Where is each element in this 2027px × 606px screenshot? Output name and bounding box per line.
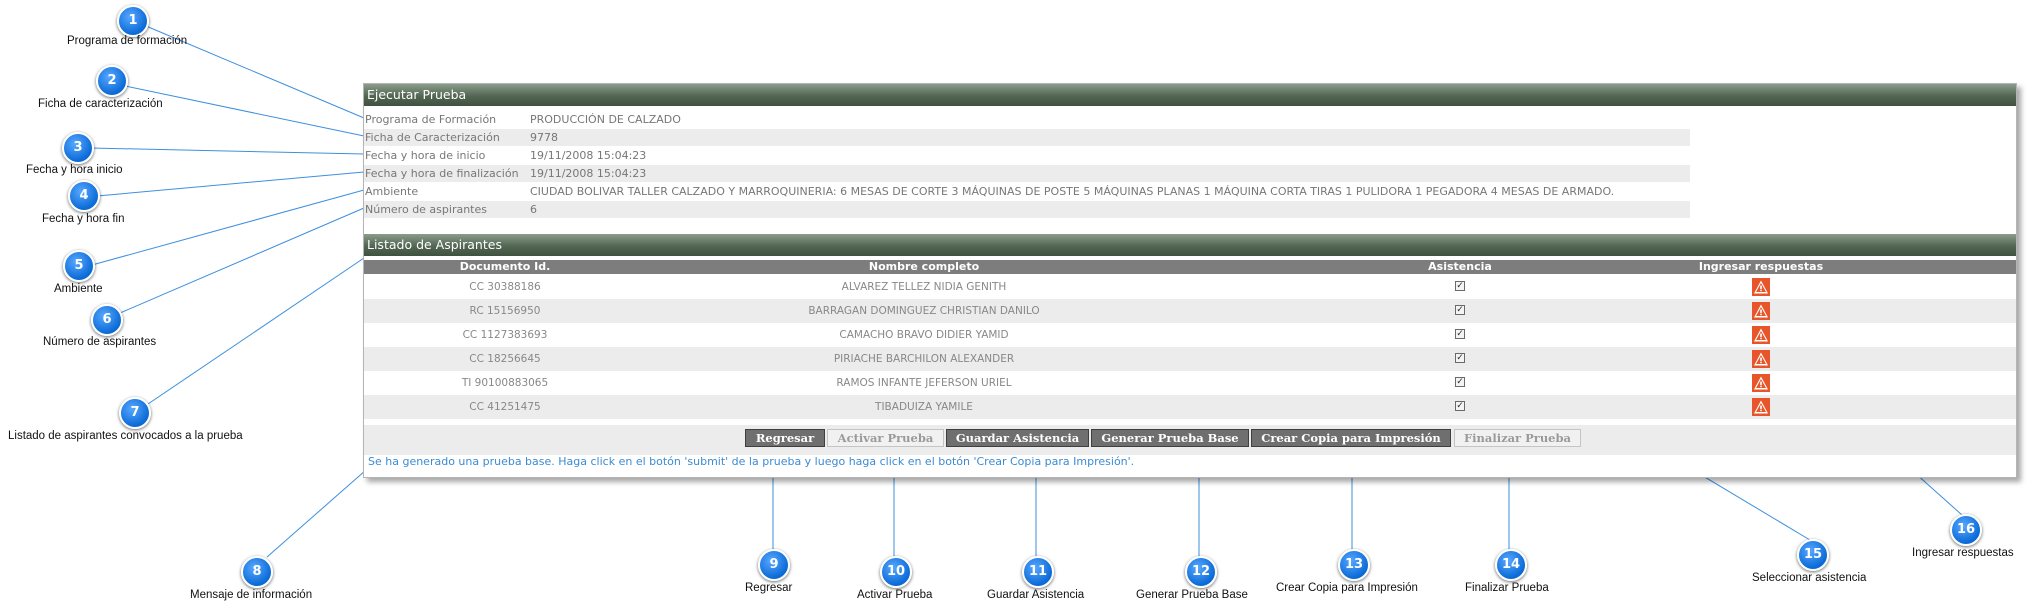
- cell-nombre: RAMOS INFANTE JEFERSON URIEL: [836, 377, 1012, 389]
- callout-number: 4: [68, 180, 100, 212]
- cell-documento: RC 15156950: [469, 305, 541, 317]
- info-label: Número de aspirantes: [365, 203, 487, 216]
- info-value: 19/11/2008 15:04:23: [530, 149, 647, 162]
- column-header-ingresar: Ingresar respuestas: [1698, 260, 1824, 273]
- info-row-ambiente: Ambiente CIUDAD BOLIVAR TALLER CALZADO Y…: [364, 183, 1690, 200]
- enter-answers-icon[interactable]: [1752, 398, 1770, 416]
- cell-documento: TI 90100883065: [461, 377, 549, 389]
- enter-answers-icon[interactable]: [1752, 326, 1770, 344]
- callout-label: Generar Prueba Base: [1136, 589, 1248, 601]
- info-value: 9778: [530, 131, 558, 144]
- cell-documento: CC 41251475: [469, 401, 541, 413]
- attendance-checkbox[interactable]: ✓: [1455, 281, 1465, 291]
- crear-copia-impresion-button[interactable]: Crear Copia para Impresión: [1251, 429, 1451, 447]
- cell-nombre: CAMACHO BRAVO DIDIER YAMID: [839, 329, 1009, 341]
- attendance-checkbox[interactable]: ✓: [1455, 305, 1465, 315]
- callout-number: 15: [1797, 539, 1829, 571]
- info-label: Fecha y hora de finalización: [365, 167, 519, 180]
- callout-number: 11: [1022, 556, 1054, 588]
- callout-number: 10: [880, 556, 912, 588]
- table-row: CC 18256645 PIRIACHE BARCHILON ALEXANDER…: [364, 347, 2016, 371]
- table-row: CC 41251475 TIBADUIZA YAMILE ✓: [364, 395, 2016, 419]
- callout-number: 13: [1338, 549, 1370, 581]
- callout-number: 7: [119, 397, 151, 429]
- callout-label: Mensaje de información: [190, 589, 313, 601]
- cell-documento: CC 1127383693: [462, 329, 548, 341]
- column-header-nombre: Nombre completo: [868, 260, 980, 273]
- callout-number: 16: [1950, 514, 1982, 546]
- cell-nombre: BARRAGAN DOMINGUEZ CHRISTIAN DANILO: [808, 305, 1040, 317]
- activar-prueba-button[interactable]: Activar Prueba: [827, 429, 944, 447]
- callout-label: Programa de formación: [67, 35, 188, 47]
- callout-label: Listado de aspirantes convocados a la pr…: [8, 430, 243, 442]
- info-row-fecha-inicio: Fecha y hora de inicio 19/11/2008 15:04:…: [364, 147, 1690, 164]
- cell-nombre: TIBADUIZA YAMILE: [875, 401, 973, 413]
- callout-number: 3: [62, 132, 94, 164]
- callout-label: Seleccionar asistencia: [1752, 572, 1867, 584]
- finalizar-prueba-button[interactable]: Finalizar Prueba: [1454, 429, 1581, 447]
- callout-label: Regresar: [745, 582, 793, 594]
- enter-answers-icon[interactable]: [1752, 350, 1770, 368]
- attendance-checkbox[interactable]: ✓: [1455, 329, 1465, 339]
- info-label: Ficha de Caracterización: [365, 131, 500, 144]
- callout-label: Guardar Asistencia: [987, 589, 1085, 601]
- callout-label: Número de aspirantes: [43, 336, 157, 348]
- panel-title: Ejecutar Prueba: [364, 84, 2016, 106]
- enter-answers-icon[interactable]: [1752, 278, 1770, 296]
- table-header: Documento Id. Nombre completo Asistencia…: [364, 260, 2016, 274]
- column-header-documento: Documento Id.: [459, 260, 551, 273]
- info-value: 6: [530, 203, 537, 216]
- cell-nombre: ALVAREZ TELLEZ NIDIA GENITH: [841, 281, 1007, 293]
- callout-number: 5: [63, 250, 95, 282]
- ejecutar-prueba-panel: Ejecutar Prueba Programa de Formación PR…: [363, 83, 2017, 478]
- guardar-asistencia-button[interactable]: Guardar Asistencia: [946, 429, 1089, 447]
- callout-number: 14: [1495, 549, 1527, 581]
- callout-label: Crear Copia para Impresión: [1276, 582, 1418, 594]
- info-label: Ambiente: [365, 185, 419, 198]
- attendance-checkbox[interactable]: ✓: [1455, 377, 1465, 387]
- callout-number: 8: [241, 556, 273, 588]
- callout-label: Fecha y hora inicio: [26, 164, 123, 176]
- info-value: CIUDAD BOLIVAR TALLER CALZADO Y MARROQUI…: [530, 185, 1615, 198]
- info-value: 19/11/2008 15:04:23: [530, 167, 647, 180]
- cell-nombre: PIRIACHE BARCHILON ALEXANDER: [833, 353, 1015, 365]
- callout-label: Activar Prueba: [857, 589, 933, 601]
- info-message: Se ha generado una prueba base. Haga cli…: [368, 455, 1135, 468]
- regresar-button[interactable]: Regresar: [745, 429, 825, 447]
- cell-documento: CC 18256645: [469, 353, 541, 365]
- list-title: Listado de Aspirantes: [364, 234, 2016, 256]
- table-row: TI 90100883065 RAMOS INFANTE JEFERSON UR…: [364, 371, 2016, 395]
- callout-label: Ambiente: [54, 283, 103, 295]
- button-bar: Regresar Activar Prueba Guardar Asistenc…: [364, 425, 2016, 455]
- callout-label: Finalizar Prueba: [1465, 582, 1549, 594]
- generar-prueba-base-button[interactable]: Generar Prueba Base: [1091, 429, 1249, 447]
- attendance-checkbox[interactable]: ✓: [1455, 353, 1465, 363]
- info-row-programa: Programa de Formación PRODUCCIÓN DE CALZ…: [364, 111, 1690, 128]
- table-row: RC 15156950 BARRAGAN DOMINGUEZ CHRISTIAN…: [364, 299, 2016, 323]
- callout-label: Ficha de caracterización: [38, 98, 163, 110]
- callout-number: 6: [91, 304, 123, 336]
- info-label: Programa de Formación: [365, 113, 497, 126]
- callout-number: 2: [96, 65, 128, 97]
- column-header-asistencia: Asistencia: [1428, 260, 1492, 273]
- callout-number: 1: [117, 5, 149, 37]
- info-row-fecha-fin: Fecha y hora de finalización 19/11/2008 …: [364, 165, 1690, 182]
- callout-number: 12: [1185, 556, 1217, 588]
- attendance-checkbox[interactable]: ✓: [1455, 401, 1465, 411]
- callout-label: Ingresar respuestas: [1912, 547, 2014, 559]
- table-row: CC 30388186 ALVAREZ TELLEZ NIDIA GENITH …: [364, 275, 2016, 299]
- info-label: Fecha y hora de inicio: [365, 149, 486, 162]
- cell-documento: CC 30388186: [469, 281, 541, 293]
- enter-answers-icon[interactable]: [1752, 374, 1770, 392]
- info-row-aspirantes: Número de aspirantes 6: [364, 201, 1690, 218]
- table-row: CC 1127383693 CAMACHO BRAVO DIDIER YAMID…: [364, 323, 2016, 347]
- info-row-ficha: Ficha de Caracterización 9778: [364, 129, 1690, 146]
- callout-number: 9: [758, 549, 790, 581]
- callout-label: Fecha y hora fin: [42, 213, 125, 225]
- enter-answers-icon[interactable]: [1752, 302, 1770, 320]
- info-value: PRODUCCIÓN DE CALZADO: [530, 113, 681, 126]
